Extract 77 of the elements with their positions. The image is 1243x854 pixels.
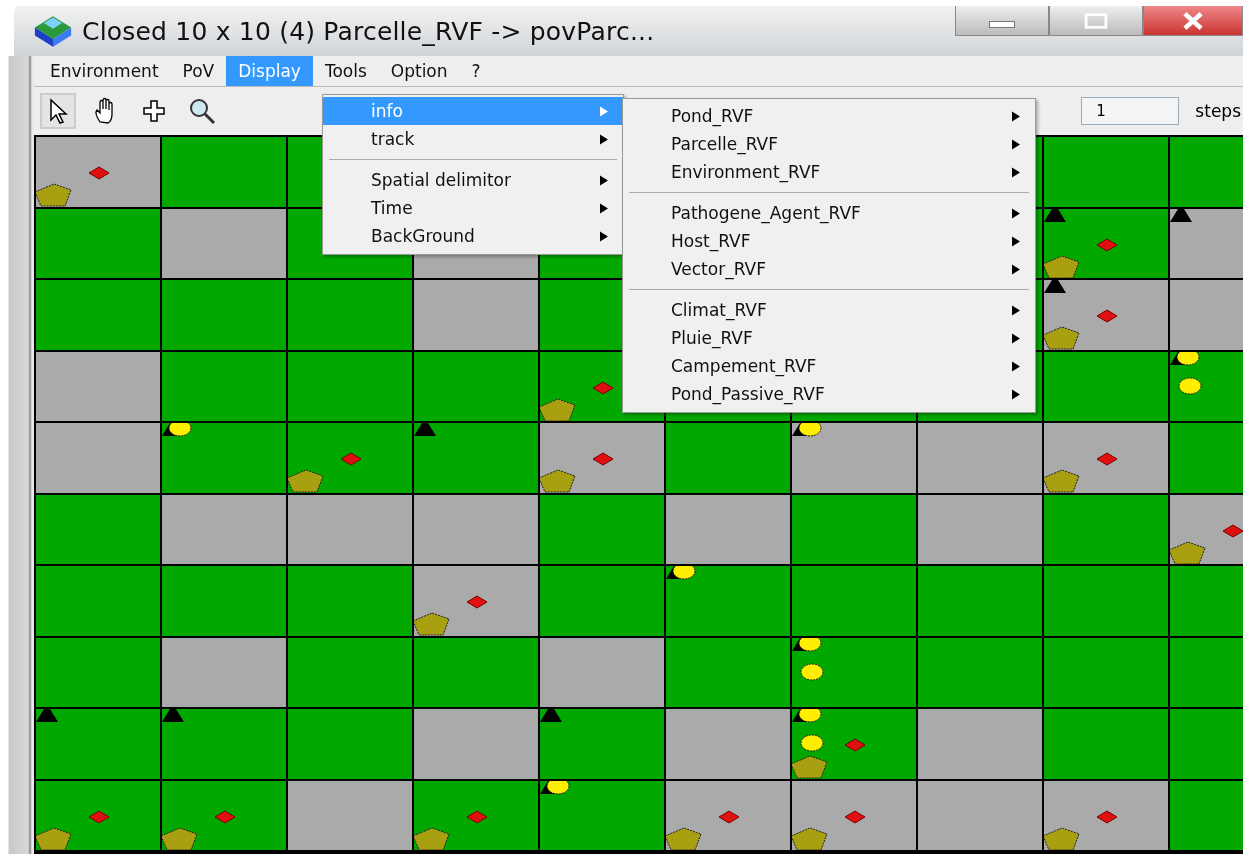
pentagon-icon bbox=[792, 826, 828, 850]
triangle-icon bbox=[1044, 208, 1068, 223]
search-icon bbox=[187, 96, 217, 126]
diamond-icon bbox=[844, 738, 866, 752]
pentagon-icon bbox=[1170, 540, 1206, 564]
circle-icon bbox=[800, 734, 824, 752]
submenu-arrow-icon bbox=[599, 202, 609, 214]
diamond-icon bbox=[1096, 237, 1118, 252]
diamond-icon bbox=[466, 595, 488, 609]
diamond-icon bbox=[88, 166, 110, 180]
diamond-icon bbox=[1096, 809, 1118, 824]
diamond-icon bbox=[340, 452, 362, 466]
pentagon-icon bbox=[1044, 254, 1080, 278]
menu-item[interactable]: BackGround bbox=[323, 222, 623, 250]
diamond-icon bbox=[592, 380, 614, 395]
menu-item[interactable]: track bbox=[323, 125, 623, 153]
triangle-icon bbox=[162, 709, 186, 723]
diamond-icon bbox=[592, 452, 614, 466]
triangle-icon bbox=[540, 709, 564, 723]
diamond-icon bbox=[1222, 523, 1243, 538]
submenu-arrow-icon bbox=[1011, 235, 1021, 247]
submenu-arrow-icon bbox=[599, 105, 609, 117]
menu-item[interactable]: Environment bbox=[38, 56, 171, 86]
submenu-arrow-icon bbox=[1011, 138, 1021, 150]
pentagon-icon bbox=[36, 826, 72, 850]
menu-item[interactable]: Pluie_RVF bbox=[623, 324, 1035, 352]
menu-item[interactable]: Pond_RVF bbox=[623, 102, 1035, 130]
diamond-icon bbox=[718, 809, 740, 824]
diamond-icon bbox=[88, 809, 110, 824]
triangle-icon bbox=[1044, 280, 1068, 294]
submenu-arrow-icon bbox=[1011, 360, 1021, 372]
menu-item[interactable]: Environment_RVF bbox=[623, 158, 1035, 186]
menu-item[interactable]: Spatial delimitor bbox=[323, 166, 623, 194]
submenu-arrow-icon bbox=[1011, 263, 1021, 275]
menu-item[interactable]: Climat_RVF bbox=[623, 296, 1035, 324]
submenu-arrow-icon bbox=[1011, 166, 1021, 178]
circle-icon bbox=[1178, 376, 1202, 395]
diamond-icon bbox=[1096, 452, 1118, 466]
menu-item[interactable]: ? bbox=[459, 56, 493, 86]
window-title: Closed 10 x 10 (4) Parcelle_RVF -> povParc... bbox=[82, 16, 655, 46]
pentagon-icon bbox=[162, 826, 198, 850]
menu-item[interactable]: PoV bbox=[170, 56, 227, 86]
pentagon-icon bbox=[666, 826, 702, 850]
diamond-icon bbox=[1096, 309, 1118, 323]
tool-button[interactable] bbox=[40, 93, 76, 129]
submenu-arrow-icon bbox=[599, 133, 609, 145]
diamond-icon bbox=[466, 809, 488, 824]
menu-item[interactable]: Pond_Passive_RVF bbox=[623, 380, 1035, 408]
triangle-icon bbox=[1170, 208, 1194, 223]
diamond-icon bbox=[214, 809, 236, 824]
submenu-arrow-icon bbox=[1011, 388, 1021, 400]
steps-label: steps bbox=[1195, 101, 1241, 121]
menu-item[interactable]: Time bbox=[323, 194, 623, 222]
submenu-arrow-icon bbox=[599, 230, 609, 242]
close-button[interactable] bbox=[1143, 6, 1243, 36]
menu-item[interactable]: Option bbox=[378, 56, 460, 86]
menu-item[interactable]: Pathogene_Agent_RVF bbox=[623, 199, 1035, 227]
menu-item[interactable]: Tools bbox=[312, 56, 379, 86]
circle-icon bbox=[800, 662, 824, 681]
pentagon-icon bbox=[414, 826, 450, 850]
maximize-button[interactable] bbox=[1049, 6, 1143, 36]
minimize-button[interactable] bbox=[955, 6, 1049, 36]
triangle-icon bbox=[414, 423, 438, 437]
menu-item[interactable]: Host_RVF bbox=[623, 227, 1035, 255]
submenu-arrow-icon bbox=[1011, 332, 1021, 344]
submenu-arrow-icon bbox=[1011, 110, 1021, 122]
pentagon-icon bbox=[1044, 826, 1080, 850]
steps-field[interactable]: 1 bbox=[1081, 97, 1180, 125]
submenu-arrow-icon bbox=[1011, 304, 1021, 316]
menu-item[interactable]: Vector_RVF bbox=[623, 255, 1035, 283]
submenu-arrow-icon bbox=[1011, 207, 1021, 219]
minimize-icon bbox=[989, 21, 1015, 28]
menu-item[interactable]: Campement_RVF bbox=[623, 352, 1035, 380]
submenu-arrow-icon bbox=[599, 174, 609, 186]
menu-item[interactable]: Parcelle_RVF bbox=[623, 130, 1035, 158]
pentagon-icon bbox=[540, 397, 576, 421]
diamond-icon bbox=[844, 809, 866, 824]
